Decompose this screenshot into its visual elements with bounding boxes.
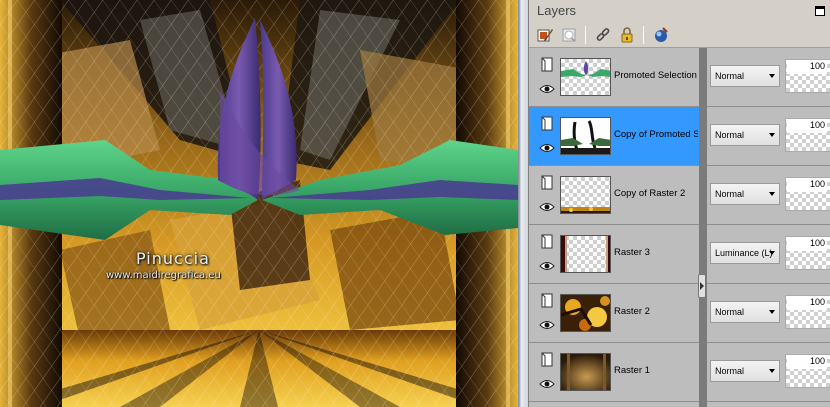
blend-mode-dropdown[interactable]: Normal: [710, 124, 780, 146]
new-layer-brush-icon[interactable]: [535, 25, 555, 45]
visibility-eye-icon[interactable]: [538, 81, 556, 97]
opacity-input[interactable]: 100: [787, 178, 827, 192]
layer-thumbnail[interactable]: [560, 58, 611, 96]
layer-name[interactable]: Raster 2: [614, 306, 698, 317]
layer-mask-toggle-icon[interactable]: [538, 233, 556, 251]
toolbar-separator: [585, 26, 586, 44]
layer-mask-toggle-icon[interactable]: [538, 115, 556, 133]
layer-properties-row: Normal 100: [707, 343, 830, 402]
layer-thumbnail[interactable]: [560, 294, 611, 332]
opacity-input[interactable]: 100: [787, 296, 827, 310]
watermark-url: www.maidiregrafica.eu: [106, 270, 221, 281]
visibility-eye-icon[interactable]: [538, 376, 556, 392]
blend-mode-dropdown[interactable]: Normal: [710, 65, 780, 87]
layer-row[interactable]: Raster 1: [529, 343, 699, 402]
visibility-eye-icon[interactable]: [538, 140, 556, 156]
visibility-eye-icon[interactable]: [538, 199, 556, 215]
splitter-handle[interactable]: [698, 274, 706, 298]
image-canvas[interactable]: Pinuccia www.maidiregrafica.eu: [0, 0, 518, 407]
toolbar-separator: [643, 26, 644, 44]
blend-mode-value: Normal: [715, 366, 745, 376]
palette-title: Layers: [537, 3, 577, 18]
layer-properties-row: Luminance (L) 100: [707, 225, 830, 284]
visibility-eye-icon[interactable]: [538, 317, 556, 333]
layer-row[interactable]: Raster 2: [529, 284, 699, 343]
layer-row[interactable]: Copy of Raster 2: [529, 166, 699, 225]
layer-names-pane: Promoted Selection Copy of Promoted S Copy…: [529, 48, 699, 407]
chevron-down-icon: [769, 133, 775, 137]
layer-styles-icon[interactable]: [651, 25, 671, 45]
layer-row[interactable]: Copy of Promoted S: [529, 107, 699, 166]
chevron-down-icon: [769, 74, 775, 78]
pane-splitter[interactable]: [699, 48, 707, 407]
blend-mode-value: Normal: [715, 307, 745, 317]
opacity-input[interactable]: 100: [787, 237, 827, 251]
opacity-input[interactable]: 100: [787, 355, 827, 369]
lock-icon[interactable]: [617, 25, 637, 45]
layer-mask-toggle-icon[interactable]: [538, 292, 556, 310]
layer-properties-pane: Normal 100 Normal 100 Normal 100 Luminance (L)…: [707, 48, 830, 407]
layer-name[interactable]: Promoted Selection: [614, 70, 698, 81]
link-icon[interactable]: [593, 25, 613, 45]
blend-mode-dropdown[interactable]: Normal: [710, 360, 780, 382]
blend-mode-value: Luminance (L): [715, 248, 773, 258]
opacity-input[interactable]: 100: [787, 60, 827, 74]
layer-name[interactable]: Raster 3: [614, 247, 698, 258]
layer-properties-row: Normal 100: [707, 166, 830, 225]
layer-name[interactable]: Copy of Raster 2: [614, 188, 698, 199]
opacity-input[interactable]: 100: [787, 119, 827, 133]
chevron-down-icon: [769, 251, 775, 255]
artwork: [0, 0, 518, 407]
layer-properties-row: Normal 100: [707, 107, 830, 166]
layer-thumbnail[interactable]: [560, 235, 611, 273]
blend-mode-dropdown[interactable]: Normal: [710, 301, 780, 323]
watermark-name: Pinuccia: [136, 249, 210, 268]
canvas-window-edge: [518, 0, 528, 407]
blend-mode-dropdown[interactable]: Luminance (L): [710, 242, 780, 264]
chevron-down-icon: [769, 369, 775, 373]
layer-name[interactable]: Copy of Promoted S: [614, 129, 698, 140]
layer-thumbnail[interactable]: [560, 117, 611, 155]
layer-thumbnail[interactable]: [560, 353, 611, 391]
layers-palette: Layers Promoted Selection Copy of Promot…: [528, 0, 830, 407]
layer-row[interactable]: Raster 3: [529, 225, 699, 284]
chevron-down-icon: [769, 310, 775, 314]
layer-properties-row: Normal 100: [707, 48, 830, 107]
blend-mode-value: Normal: [715, 130, 745, 140]
layers-toolbar: [529, 22, 830, 48]
layer-mask-toggle-icon[interactable]: [538, 174, 556, 192]
layer-thumbnail[interactable]: [560, 176, 611, 214]
layer-properties-row: Normal 100: [707, 284, 830, 343]
visibility-eye-icon[interactable]: [538, 258, 556, 274]
layer-row[interactable]: Promoted Selection: [529, 48, 699, 107]
palette-header: Layers: [529, 0, 830, 22]
layer-name[interactable]: Raster 1: [614, 365, 698, 376]
maximize-icon[interactable]: [815, 6, 825, 16]
layer-mask-toggle-icon[interactable]: [538, 56, 556, 74]
layer-mask-toggle-icon[interactable]: [538, 351, 556, 369]
layers-list: Promoted Selection Copy of Promoted S Copy…: [529, 48, 830, 407]
blend-mode-value: Normal: [715, 189, 745, 199]
new-mask-icon[interactable]: [559, 25, 579, 45]
blend-mode-value: Normal: [715, 71, 745, 81]
chevron-down-icon: [769, 192, 775, 196]
blend-mode-dropdown[interactable]: Normal: [710, 183, 780, 205]
